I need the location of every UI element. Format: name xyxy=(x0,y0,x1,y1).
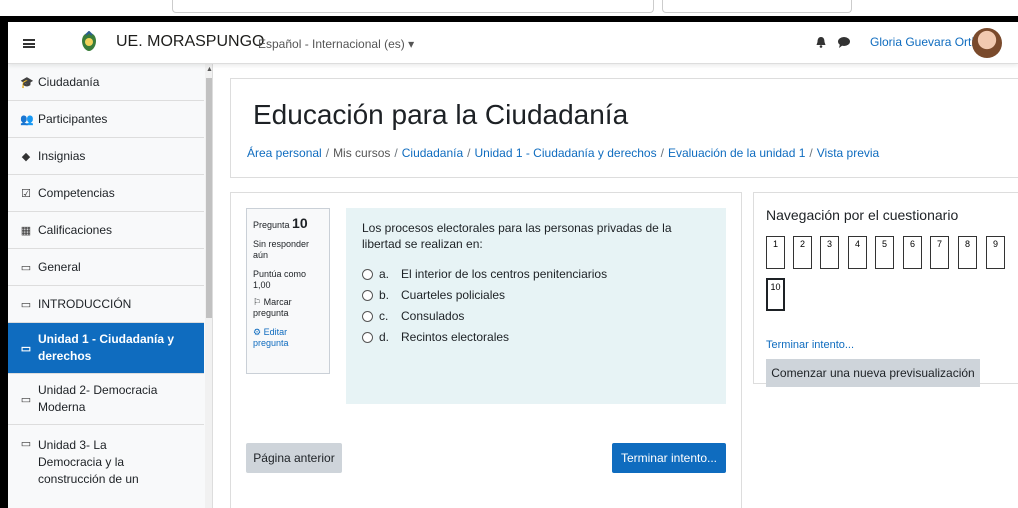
site-name[interactable]: UE. MORASPUNGO xyxy=(116,33,264,51)
question-score: Puntúa como 1,00 xyxy=(253,269,307,290)
top-navbar: UE. MORASPUNGO Español - Internacional (… xyxy=(8,22,1018,64)
sidebar-item-label: Unidad 1 - Ciudadanía y derechos xyxy=(38,332,175,363)
question-button[interactable]: 8 xyxy=(958,236,977,269)
answer-options: a. El interior de los centros penitencia… xyxy=(362,266,710,345)
browser-search-box xyxy=(662,0,852,13)
question-button[interactable]: 1 xyxy=(766,236,785,269)
page-title: Educación para la Ciudadanía xyxy=(253,99,629,130)
sidebar-item-ciudadania[interactable]: 🎓 Ciudadanía xyxy=(8,64,204,101)
edit-question-link[interactable]: ⚙ Editar pregunta xyxy=(253,327,323,349)
breadcrumb: Área personal / Mis cursos / Ciudadanía / Unid… xyxy=(247,146,880,160)
avatar[interactable] xyxy=(972,28,1002,58)
breadcrumb-item[interactable]: Evaluación de la unidad 1 xyxy=(668,146,805,160)
page-header: Educación para la Ciudadanía Área person… xyxy=(230,78,1018,178)
breadcrumb-item[interactable]: Unidad 1 - Ciudadanía y derechos xyxy=(474,146,656,160)
breadcrumb-item[interactable]: Área personal xyxy=(247,146,322,160)
folder-icon: ▭ xyxy=(20,298,32,311)
answer-option[interactable]: c. Consulados xyxy=(362,308,710,324)
sidebar-item-participantes[interactable]: 👥 Participantes xyxy=(8,101,204,138)
checkbox-icon: ☑ xyxy=(21,187,31,200)
finish-attempt-button[interactable]: Terminar intento... xyxy=(612,443,726,473)
folder-icon: ▭ xyxy=(20,438,32,450)
sidebar-item-general[interactable]: ▭ General xyxy=(8,249,204,286)
question-button[interactable]: 7 xyxy=(930,236,949,269)
users-icon: 👥 xyxy=(20,113,34,126)
radio-button[interactable] xyxy=(362,310,373,322)
user-name[interactable]: Gloria Guevara Ortiz xyxy=(870,35,980,49)
hamburger-icon[interactable] xyxy=(16,30,42,56)
finish-attempt-link[interactable]: Terminar intento... xyxy=(766,339,854,351)
sidebar-item-label: Ciudadanía xyxy=(38,74,100,89)
sidebar-item-label: Competencias xyxy=(38,185,115,200)
question-button[interactable]: 4 xyxy=(848,236,867,269)
browser-top-strip xyxy=(0,0,1018,22)
sidebar-item-label: Unidad 3- La Democracia y la construcció… xyxy=(38,438,139,486)
scrollbar-thumb[interactable] xyxy=(206,78,212,318)
table-icon: ▦ xyxy=(20,224,32,237)
sidebar-item-label: Participantes xyxy=(38,111,108,126)
gear-icon: ⚙ xyxy=(253,327,264,337)
question-button[interactable]: 6 xyxy=(903,236,922,269)
flag-question-link[interactable]: ⚐ Marcar pregunta xyxy=(253,297,323,319)
breadcrumb-item[interactable]: Vista previa xyxy=(817,146,879,160)
radio-button[interactable] xyxy=(362,268,373,280)
question-button[interactable]: 9 xyxy=(986,236,1005,269)
quiz-navigation-title: Navegación por el cuestionario xyxy=(766,207,959,223)
radio-button[interactable] xyxy=(362,289,373,301)
sidebar-item-competencias[interactable]: ☑ Competencias xyxy=(8,175,204,212)
question-card: Pregunta 10 Sin responder aún Puntúa com… xyxy=(230,192,742,508)
question-button[interactable]: 3 xyxy=(820,236,839,269)
sidebar-item-unidad-3[interactable]: ▭ Unidad 3- La Democracia y la construcc… xyxy=(8,425,204,508)
language-menu[interactable]: Español - Internacional (es) ▾ xyxy=(258,37,414,51)
folder-icon: ▭ xyxy=(20,342,32,355)
question-button[interactable]: 5 xyxy=(875,236,894,269)
sidebar-item-introduccion[interactable]: ▭ INTRODUCCIÓN xyxy=(8,286,204,323)
answer-option[interactable]: a. El interior de los centros penitencia… xyxy=(362,266,710,282)
flag-icon: ⚐ xyxy=(253,297,264,307)
sidebar-item-unidad-2[interactable]: ▭ Unidad 2- Democracia Moderna xyxy=(8,374,204,425)
question-text-panel: Los procesos electorales para las person… xyxy=(346,208,726,404)
breadcrumb-item: Mis cursos xyxy=(333,146,391,160)
answer-option[interactable]: d. Recintos electorales xyxy=(362,329,710,345)
browser-address-box xyxy=(172,0,654,13)
breadcrumb-item[interactable]: Ciudadanía xyxy=(402,146,463,160)
scroll-up-icon[interactable]: ▲ xyxy=(206,66,212,73)
sidebar-item-label: Calificaciones xyxy=(38,222,113,237)
answer-option[interactable]: b. Cuarteles policiales xyxy=(362,287,710,303)
question-button[interactable]: 2 xyxy=(793,236,812,269)
new-preview-button[interactable]: Comenzar una nueva previsualización xyxy=(766,359,980,387)
folder-icon: ▭ xyxy=(20,393,32,406)
radio-button[interactable] xyxy=(362,331,373,343)
question-number: Pregunta 10 xyxy=(253,215,308,231)
sidebar-item-unidad-1[interactable]: ▭ Unidad 1 - Ciudadanía y derechos xyxy=(8,323,204,374)
graduation-cap-icon: 🎓 xyxy=(20,76,34,89)
school-logo-icon[interactable] xyxy=(78,31,100,53)
question-status: Sin responder aún xyxy=(253,239,310,260)
shield-icon: ◆ xyxy=(21,150,31,163)
sidebar-item-label: INTRODUCCIÓN xyxy=(38,296,132,311)
sidebar-item-label: General xyxy=(38,259,81,274)
previous-page-button[interactable]: Página anterior xyxy=(246,443,342,473)
folder-icon: ▭ xyxy=(20,261,32,274)
sidebar-item-label: Unidad 2- Democracia Moderna xyxy=(38,383,158,414)
chat-icon[interactable] xyxy=(838,37,850,48)
sidebar-item-label: Insignias xyxy=(38,148,86,163)
question-prompt: Los procesos electorales para las person… xyxy=(362,221,672,251)
quiz-navigation: Navegación por el cuestionario 1 2 3 4 5… xyxy=(753,192,1018,387)
sidebar-item-calificaciones[interactable]: ▦ Calificaciones xyxy=(8,212,204,249)
question-button-current[interactable]: 10 xyxy=(766,278,785,311)
question-info: Pregunta 10 Sin responder aún Puntúa com… xyxy=(246,208,330,374)
sidebar-item-insignias[interactable]: ◆ Insignias xyxy=(8,138,204,175)
sidebar-scrollbar[interactable]: ▲ xyxy=(205,64,212,508)
course-sidebar: 🎓 Ciudadanía 👥 Participantes ◆ Insignias… xyxy=(8,64,213,508)
bell-icon[interactable] xyxy=(816,37,826,48)
moodle-page: UE. MORASPUNGO Español - Internacional (… xyxy=(8,22,1018,508)
